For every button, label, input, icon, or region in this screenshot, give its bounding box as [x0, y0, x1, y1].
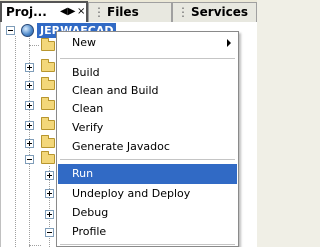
menu-item-label: Verify	[72, 121, 104, 134]
menu-item-build[interactable]: Build	[58, 63, 237, 83]
menu-item-label: Clean and Build	[72, 84, 159, 97]
node-expand-toggle[interactable]	[25, 63, 34, 72]
node-collapse-toggle[interactable]	[45, 228, 54, 237]
tab-grip-icon: ⋮	[93, 5, 105, 19]
tree-line	[29, 45, 39, 46]
tab-files-label: Files	[107, 5, 139, 19]
tab-services[interactable]: ⋮ Services	[172, 2, 257, 22]
menu-item-label: Build	[72, 66, 100, 79]
menu-item-verify[interactable]: Verify	[58, 118, 237, 138]
menu-separator	[60, 159, 235, 160]
menu-item-label: Run	[72, 167, 94, 180]
web-project-icon	[21, 24, 34, 37]
menu-item-clean-and-build[interactable]: Clean and Build	[58, 81, 237, 101]
node-expand-toggle[interactable]	[25, 139, 34, 148]
menu-item-undeploy-and-deploy[interactable]: Undeploy and Deploy	[58, 184, 237, 204]
menu-item-label: New	[72, 36, 96, 49]
folder-icon	[41, 38, 55, 51]
submenu-arrow-icon	[227, 39, 231, 47]
menu-item-label: Undeploy and Deploy	[72, 187, 191, 200]
menu-separator	[60, 58, 235, 59]
node-expand-toggle[interactable]	[45, 210, 54, 219]
node-collapse-toggle[interactable]	[25, 155, 34, 164]
tab-pin-icon[interactable]: ◀▶	[60, 3, 75, 21]
tree-line	[15, 36, 16, 247]
menu-item-debug[interactable]: Debug	[58, 203, 237, 223]
folder-icon	[41, 97, 55, 110]
tab-files[interactable]: ⋮ Files	[88, 2, 172, 22]
menu-separator	[60, 244, 235, 245]
menu-item-new[interactable]: New	[58, 33, 237, 53]
node-expand-toggle[interactable]	[45, 171, 54, 180]
tab-projects-label: Proj...	[6, 5, 47, 19]
menu-item-label: Debug	[72, 206, 109, 219]
tab-close-icon[interactable]: ×	[77, 3, 85, 21]
tab-strip: Proj... ◀▶ × ⋮ Files ⋮ Services	[0, 0, 257, 23]
folder-icon	[41, 77, 55, 90]
tab-services-label: Services	[191, 5, 249, 19]
folder-icon	[41, 135, 55, 148]
node-expand-toggle[interactable]	[25, 121, 34, 130]
menu-item-generate-javadoc[interactable]: Generate Javadoc	[58, 137, 237, 157]
menu-item-label: Profile	[72, 225, 107, 238]
folder-icon	[41, 151, 55, 164]
menu-item-label: Generate Javadoc	[72, 140, 170, 153]
menu-item-label: Clean	[72, 102, 104, 115]
node-expand-toggle[interactable]	[25, 81, 34, 90]
root-collapse-toggle[interactable]	[6, 26, 15, 35]
node-expand-toggle[interactable]	[45, 189, 54, 198]
node-expand-toggle[interactable]	[25, 101, 34, 110]
menu-item-run[interactable]: Run	[58, 164, 237, 184]
folder-icon	[41, 59, 55, 72]
menu-item-clean[interactable]: Clean	[58, 99, 237, 119]
context-menu: New Build Clean and Build Clean Verify G…	[56, 31, 239, 247]
tab-grip-icon: ⋮	[177, 5, 189, 19]
tree-line	[29, 245, 41, 246]
folder-icon	[41, 117, 55, 130]
tab-projects[interactable]: Proj... ◀▶ ×	[0, 1, 88, 23]
menu-item-profile[interactable]: Profile	[58, 222, 237, 242]
